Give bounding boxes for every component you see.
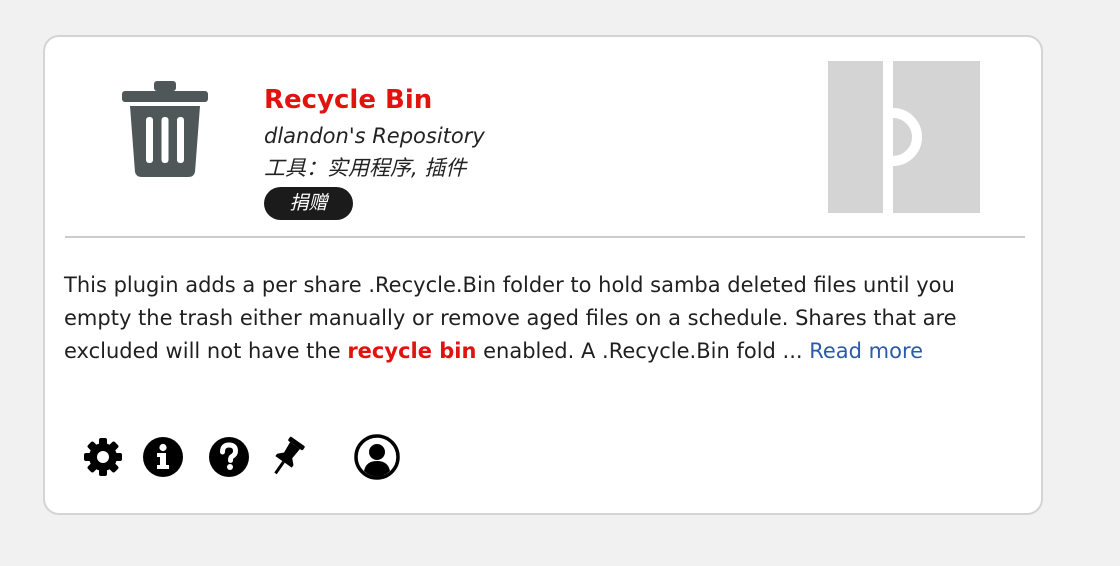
action-bar [81,433,421,485]
plugin-title[interactable]: Recycle Bin [264,81,432,119]
read-more-link[interactable]: Read more [809,339,923,363]
user-icon[interactable] [353,433,401,481]
help-icon[interactable] [207,435,251,479]
plugin-card: Recycle Bin dlandon's Repository 工具：实用程序… [43,35,1043,515]
author-logo-icon [828,61,980,213]
description-text-end: enabled. A .Recycle.Bin fold ... [476,339,810,363]
plugin-category: 工具：实用程序, 插件 [264,156,467,180]
donate-button[interactable]: 捐赠 [264,187,353,220]
trash-icon [120,79,210,179]
divider [65,236,1025,238]
pin-icon[interactable] [265,435,309,479]
info-icon[interactable] [141,435,185,479]
gear-icon[interactable] [81,435,125,479]
plugin-description: This plugin adds a per share .Recycle.Bi… [64,269,1014,368]
plugin-repository: dlandon's Repository [264,124,485,148]
description-highlight: recycle bin [347,339,477,363]
